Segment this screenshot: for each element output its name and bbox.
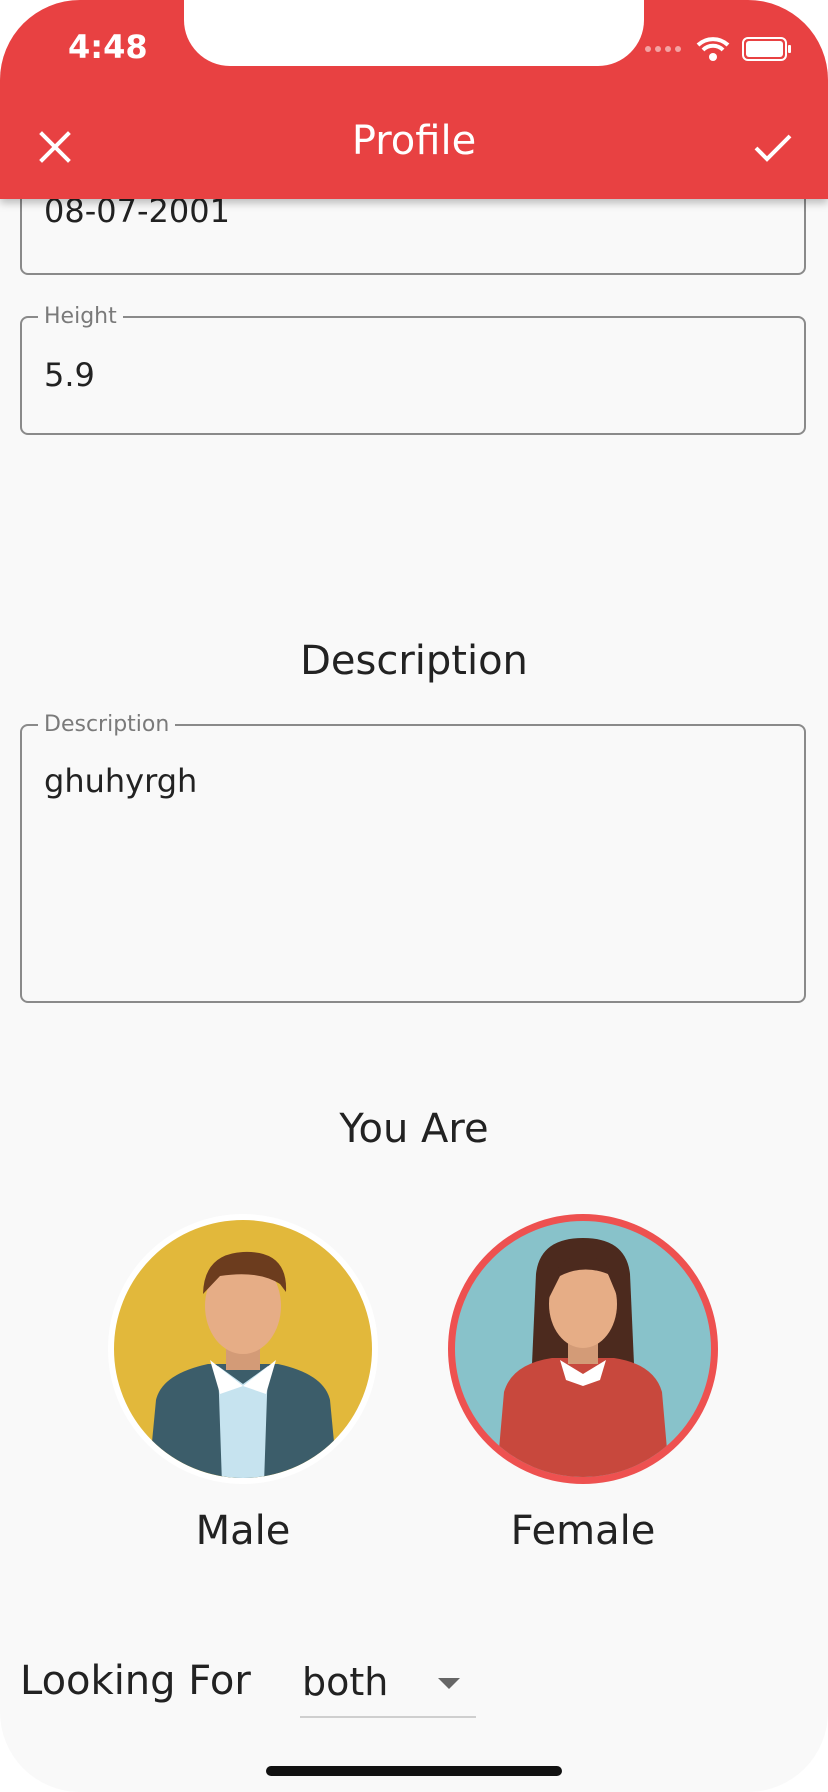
wifi-icon xyxy=(696,37,730,61)
male-person-icon xyxy=(148,1251,338,1478)
male-label: Male xyxy=(195,1508,291,1554)
description-title: Description xyxy=(300,638,528,684)
screen: 4:48 Profile 08-07-2001 Height 5.9 Descr… xyxy=(0,0,828,1792)
looking-for-value: both xyxy=(302,1660,389,1704)
description-value: ghuhyrgh xyxy=(44,762,198,800)
page-title: Profile xyxy=(351,118,477,164)
notch xyxy=(184,0,644,66)
battery-icon xyxy=(742,37,791,61)
female-person-icon xyxy=(496,1238,670,1477)
height-label: Height xyxy=(38,304,123,329)
female-avatar[interactable] xyxy=(448,1214,718,1484)
looking-for-dropdown[interactable]: both xyxy=(300,1650,476,1718)
status-icons xyxy=(644,36,792,62)
female-label: Female xyxy=(510,1508,656,1554)
signal-icon xyxy=(645,46,681,52)
description-label: Description xyxy=(38,712,176,737)
height-value: 5.9 xyxy=(44,356,95,394)
male-avatar[interactable] xyxy=(108,1214,378,1484)
you-are-title: You Are xyxy=(339,1106,489,1152)
height-field[interactable]: Height 5.9 xyxy=(20,304,806,435)
home-indicator xyxy=(266,1766,562,1776)
status-time: 4:48 xyxy=(68,28,148,66)
looking-for-label: Looking For xyxy=(20,1658,251,1704)
description-field[interactable]: Description ghuhyrgh xyxy=(20,712,806,1003)
check-icon[interactable] xyxy=(748,122,798,172)
chevron-down-icon xyxy=(438,1678,460,1689)
app-bar: 4:48 Profile xyxy=(0,0,828,199)
